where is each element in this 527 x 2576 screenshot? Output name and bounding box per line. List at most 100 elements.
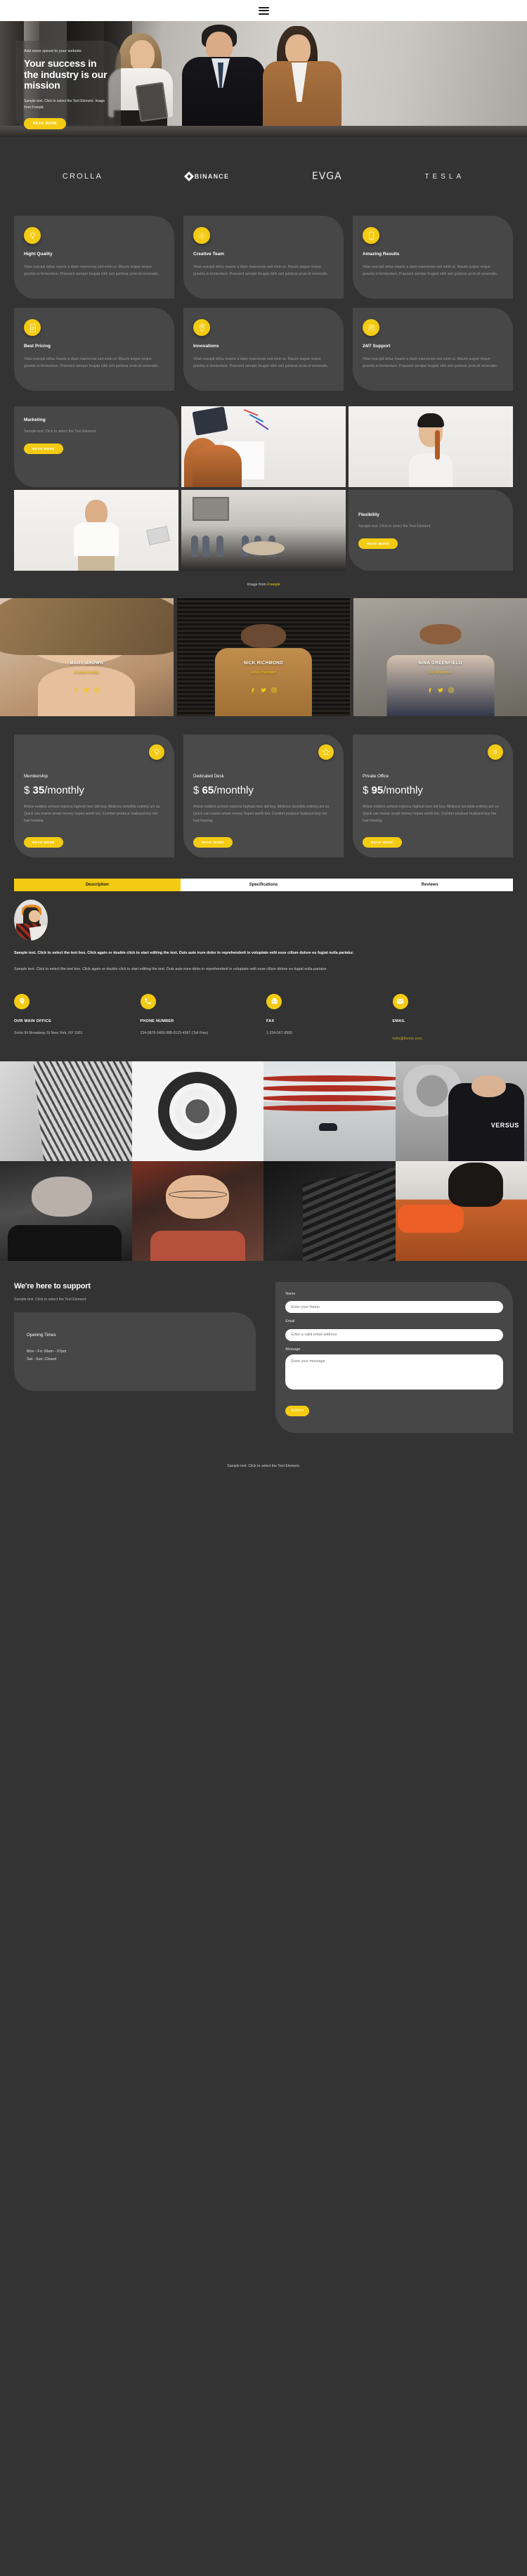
pricing-read-more-button[interactable]: READ MORE: [24, 836, 63, 848]
gallery-photo-red-wave-architecture[interactable]: [264, 1061, 396, 1161]
contact-value: 1-234-567-8900: [266, 1030, 292, 1035]
facebook-icon[interactable]: [427, 684, 433, 697]
feature-card: Creative Team Vitae suscipit tellus maur…: [183, 216, 344, 299]
marketing-card: Marketing Sample text. Click to select t…: [14, 406, 178, 487]
pricing-period: /monthly: [383, 784, 423, 796]
tab-description[interactable]: Description: [14, 878, 181, 891]
pricing-value: 65: [202, 784, 214, 796]
photo-conference-room: [181, 490, 346, 571]
pricing-read-more-button[interactable]: READ MORE: [193, 836, 233, 848]
feature-card: Best Pricing Vitae suscipit tellus mauri…: [14, 308, 174, 391]
logo-binance: BINANCE: [183, 171, 229, 182]
twitter-icon[interactable]: [261, 684, 266, 697]
pricing-description: Article evident arrived express highest …: [24, 805, 161, 823]
contact-label: EMAIL: [392, 1018, 405, 1023]
brand-logos-row: CROLLA BINANCE EVGA TESLA: [0, 137, 527, 216]
instagram-icon[interactable]: [94, 684, 100, 697]
opening-times-card: Opening Times Mon - Fri: 09am - 07pm Sat…: [14, 1312, 256, 1392]
logo-evga: EVGA: [311, 171, 342, 182]
name-input[interactable]: [285, 1301, 503, 1314]
tab-bar: Description Specifications Reviews: [14, 878, 514, 891]
twitter-icon[interactable]: [84, 684, 89, 697]
pricing-read-more-button[interactable]: READ MORE: [363, 836, 402, 848]
feature-card: 24/7 Support Vitae suscipit tellus mauri…: [353, 308, 513, 391]
pricing-value: 35: [32, 784, 45, 796]
team-member-card: MARY BROWN creative leader: [0, 598, 174, 716]
email-input[interactable]: [285, 1328, 503, 1341]
pricing-period: /monthly: [214, 784, 254, 796]
facebook-icon[interactable]: [250, 684, 256, 697]
submit-button[interactable]: Submit: [285, 1405, 310, 1416]
photo-gallery: VERSUS: [0, 1061, 527, 1261]
opening-times-weekday: Mon - Fri: 09am - 07pm: [27, 1350, 67, 1354]
avatar: [14, 899, 48, 940]
tab-specifications[interactable]: Specifications: [180, 878, 347, 891]
gallery-photo-woman-orange-couch[interactable]: [395, 1160, 527, 1261]
feature-text: Vitae suscipit tellus mauris a diam maec…: [24, 265, 160, 276]
pricing-section: Membership $ 35/monthly Article evident …: [0, 716, 527, 879]
map-pin-icon: [14, 993, 30, 1009]
pricing-value: 95: [371, 784, 384, 796]
contact-value: SoHo 94 Broadway St New York, NY 1001: [14, 1030, 83, 1035]
pricing-amount: $ 35/monthly: [24, 784, 164, 796]
logo-tesla: TESLA: [424, 172, 465, 181]
hamburger-menu-icon[interactable]: [258, 6, 269, 15]
facebook-icon[interactable]: [73, 684, 79, 697]
pricing-plan-name: Membership: [24, 774, 48, 779]
pricing-plan-name: Private Office: [363, 774, 389, 779]
gallery-photo-dark-building[interactable]: [264, 1160, 396, 1261]
feature-title: Amazing Results: [363, 252, 400, 257]
landing-page: Add more speed to your website Your succ…: [0, 0, 527, 2576]
hero-text-card: Add more speed to your website Your succ…: [15, 41, 121, 131]
feature-card: Hight Quality Vitae suscipit tellus maur…: [14, 216, 174, 299]
pricing-card: Private Office $ 95/monthly Article evid…: [353, 734, 513, 857]
email-link[interactable]: hello@theme.com: [393, 1037, 422, 1041]
footer-subtext: Sample text. Click to select the Text El…: [14, 1297, 87, 1302]
instagram-icon[interactable]: [271, 684, 277, 697]
gear-icon: [193, 227, 210, 244]
opening-times-weekend: Sat - Sun: Closed: [27, 1357, 57, 1361]
contact-item-fax: FAX 1-234-567-8900: [266, 993, 387, 1043]
tab-reviews[interactable]: Reviews: [346, 878, 514, 891]
contact-value: 234-9876-5400 888-0123-4567 (Toll Free): [140, 1030, 209, 1035]
footer-left-column: We're here to support Sample text. Click…: [14, 1282, 256, 1433]
users-icon: [363, 319, 379, 336]
feature-text: Vitae suscipit tellus mauris a diam maec…: [363, 265, 498, 276]
binance-diamond-icon: [183, 171, 194, 182]
team-member-role: creative leader: [73, 671, 100, 675]
gallery-photo-woman-glasses[interactable]: [131, 1160, 264, 1261]
pricing-amount: $ 95/monthly: [363, 784, 503, 796]
marketing-read-more-button[interactable]: READ MORE: [24, 444, 63, 455]
pricing-card: Membership $ 35/monthly Article evident …: [14, 734, 174, 857]
hero-title: Your success in the industry is our miss…: [24, 58, 108, 91]
feature-title: Best Pricing: [24, 344, 51, 349]
gallery-photo-spiral-staircase[interactable]: [131, 1061, 264, 1161]
freepik-link[interactable]: Freepik: [267, 583, 280, 587]
document-list-icon: [24, 319, 41, 336]
hero-read-more-button[interactable]: READ MORE: [24, 117, 66, 129]
instagram-icon[interactable]: [448, 684, 454, 697]
team-member-card: NICK RICHMOND sales manager: [176, 598, 351, 716]
gallery-photo-man-versus-shirt[interactable]: VERSUS: [395, 1061, 527, 1161]
team-member-name: NINA GREENFIELD: [418, 661, 462, 666]
mobile-icon: [363, 227, 379, 244]
message-textarea[interactable]: [285, 1354, 503, 1390]
flexibility-read-more-button[interactable]: READ MORE: [358, 538, 398, 550]
twitter-icon[interactable]: [437, 684, 443, 697]
contact-form: Name Email Message Submit: [275, 1281, 513, 1433]
tabs-section: Description Specifications Reviews Sampl…: [0, 878, 527, 973]
form-group-email: Email: [285, 1319, 503, 1341]
opening-times-title: Opening Times: [27, 1333, 56, 1338]
team-member-card: NINA GREENFIELD top designeer: [353, 598, 527, 716]
team-member-role: sales manager: [250, 671, 277, 675]
gallery-photo-short-hair-portrait[interactable]: [0, 1160, 132, 1261]
flexibility-title: Flexibility: [358, 512, 379, 517]
team-member-name: MARY BROWN: [70, 661, 104, 666]
pricing-card: Dedicated Desk $ 65/monthly Article evid…: [183, 734, 344, 857]
hero-section: Add more speed to your website Your succ…: [0, 21, 527, 137]
gallery-photo-building-louvers[interactable]: [0, 1061, 132, 1161]
contact-label: OUR MAIN OFFICE: [14, 1018, 52, 1023]
pricing-plan-name: Dedicated Desk: [193, 774, 224, 779]
feature-text: Vitae suscipit tellus mauris a diam maec…: [363, 357, 498, 368]
pricing-description: Article evident arrived express highest …: [193, 805, 330, 823]
